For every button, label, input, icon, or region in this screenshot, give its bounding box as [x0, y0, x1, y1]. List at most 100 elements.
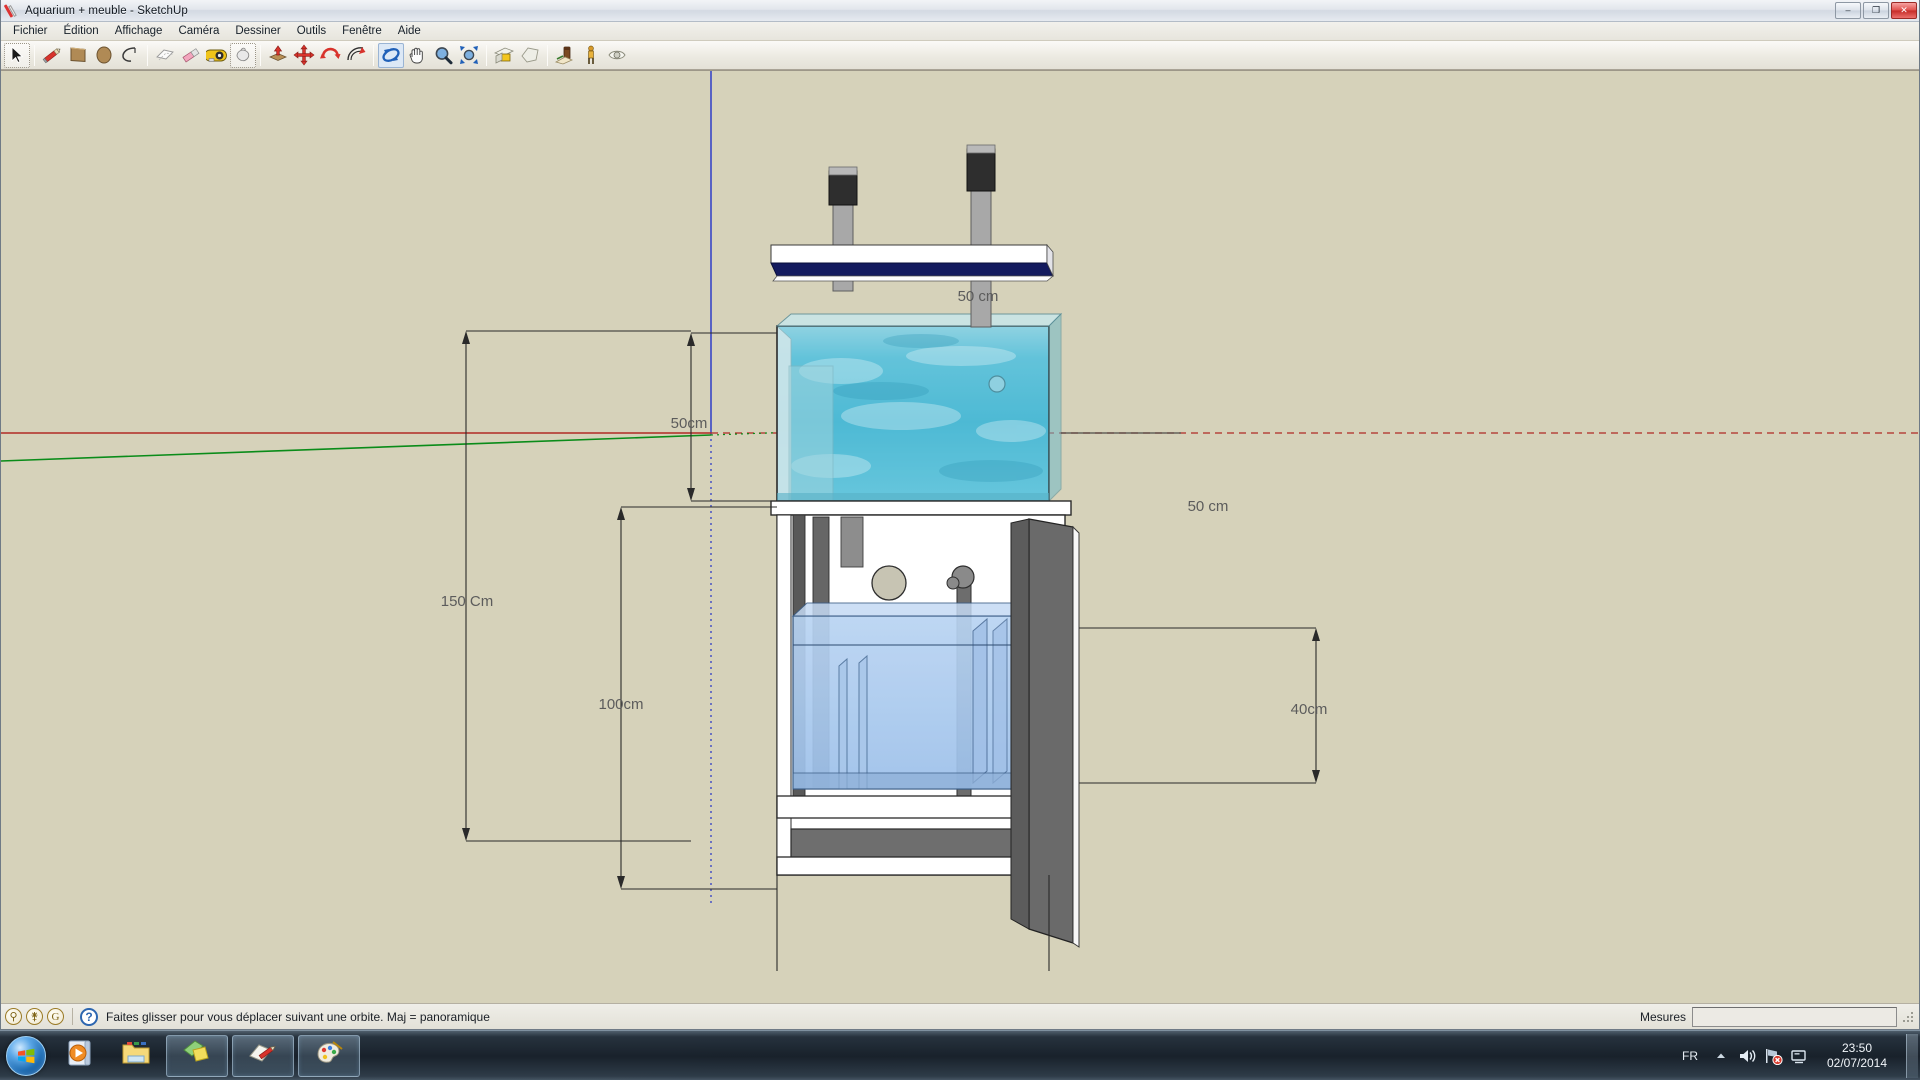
walk-tool-button[interactable]: [578, 43, 604, 68]
windows-logo-icon: [6, 1035, 46, 1076]
circle-icon: [93, 44, 115, 66]
start-orb-button[interactable]: [2, 1034, 50, 1078]
toolbar-group-walkthrough: [552, 42, 630, 68]
position-camera-icon: [554, 44, 576, 66]
menu-dessiner[interactable]: Dessiner: [227, 24, 288, 39]
section-plane-tool-button[interactable]: [491, 43, 517, 68]
menu-outils[interactable]: Outils: [289, 24, 334, 39]
move-tool-button[interactable]: [291, 43, 317, 68]
toolbar-separator: [373, 44, 374, 66]
tray-clock[interactable]: 23:50 02/07/2014: [1818, 1041, 1896, 1071]
sketchup-app-icon: [3, 3, 21, 19]
sump-height-dim-label: 40cm: [1291, 701, 1328, 718]
arc-tool-button[interactable]: [117, 43, 143, 68]
light-height-dim-label: 50 cm: [958, 288, 999, 305]
sketchup-icon: [247, 1038, 279, 1073]
drawing-canvas[interactable]: 50 cm 50cm 150 Cm 100cm 50 cm 40cm 50cm: [1, 70, 1919, 1003]
cabinet-door-edge: [1010, 518, 1030, 930]
geo-location-button[interactable]: ⚲: [5, 1008, 22, 1025]
tray-date: 02/07/2014: [1826, 1055, 1888, 1070]
menu-camera[interactable]: Caméra: [170, 24, 227, 39]
statusbar-separator: [72, 1008, 73, 1025]
screen: Aquarium + meuble - SketchUp – ❐ ✕ Fichi…: [0, 0, 1920, 1080]
close-button[interactable]: ✕: [1891, 2, 1917, 19]
taskbar: FR 23:50 02/07/2014: [0, 1030, 1920, 1080]
menu-fichier[interactable]: Fichier: [5, 24, 56, 39]
tray-time: 23:50: [1841, 1040, 1873, 1055]
green-axis: [1, 434, 712, 462]
arrow-cursor-icon: [7, 45, 27, 65]
eraser-tool-button[interactable]: [178, 43, 204, 68]
cabinet-height-dim-label: 100cm: [598, 696, 643, 713]
status-hint-text: Faites glisser pour vous déplacer suivan…: [106, 1009, 490, 1024]
sump-tank: [791, 601, 1037, 791]
section-cut-icon: [519, 44, 541, 66]
component-icon: [154, 44, 176, 66]
toolbar-group-draw: [39, 42, 143, 68]
scale-tool-button[interactable]: [343, 43, 369, 68]
section-cut-tool-button[interactable]: [517, 43, 543, 68]
toolbar-group-section: [491, 42, 543, 68]
toolbar-separator: [486, 44, 487, 66]
sticky-notes-icon: [181, 1038, 213, 1073]
sketchup-window: Aquarium + meuble - SketchUp – ❐ ✕ Fichi…: [0, 0, 1920, 1030]
speaker-icon[interactable]: [1734, 1041, 1760, 1071]
help-icon[interactable]: ?: [80, 1007, 98, 1026]
show-hidden-icons-button[interactable]: [1708, 1041, 1734, 1071]
tank-height-dim-label: 50cm: [671, 415, 708, 432]
total-height-dim-label: 150 Cm: [441, 593, 494, 610]
paint-bucket-icon: [232, 44, 254, 66]
geo-shadow-button[interactable]: G: [47, 1008, 64, 1025]
orbit-tool-button[interactable]: [378, 42, 404, 68]
zoom-tool-button[interactable]: [430, 43, 456, 68]
paint-bucket-tool-button[interactable]: [230, 42, 256, 68]
window-titlebar[interactable]: Aquarium + meuble - SketchUp – ❐ ✕: [1, 0, 1919, 22]
rectangle-tool-button[interactable]: [65, 43, 91, 68]
menu-affichage[interactable]: Affichage: [107, 24, 171, 39]
resize-grip[interactable]: [1901, 1010, 1915, 1024]
position-camera-tool-button[interactable]: [552, 43, 578, 68]
move-icon: [293, 44, 315, 66]
circle-tool-button[interactable]: [91, 43, 117, 68]
maximize-button[interactable]: ❐: [1863, 2, 1889, 19]
taskbar-sketchup[interactable]: [232, 1034, 294, 1077]
hand-icon: [406, 44, 428, 66]
toolbar-group-transform: [265, 42, 369, 68]
push-pull-tool-button[interactable]: [265, 43, 291, 68]
toolbar-separator: [147, 44, 148, 66]
taskbar-media-player[interactable]: [54, 1035, 106, 1077]
taskbar-sticky-notes[interactable]: [166, 1034, 228, 1077]
menu-fenetre[interactable]: Fenêtre: [334, 24, 390, 39]
menu-aide[interactable]: Aide: [390, 24, 429, 39]
magnifier-icon: [432, 44, 454, 66]
show-desktop-button[interactable]: [1906, 1033, 1918, 1078]
menu-edition[interactable]: Édition: [56, 24, 107, 39]
line-tool-button[interactable]: [39, 43, 65, 68]
zoom-extents-tool-button[interactable]: [456, 43, 482, 68]
look-around-icon: [606, 44, 628, 66]
aquarium-and-cabinet-model: 50 cm 50cm 150 Cm 100cm 50 cm 40cm 50cm: [1, 71, 1919, 971]
pan-tool-button[interactable]: [404, 43, 430, 68]
main-toolbar: [1, 41, 1919, 70]
select-tool-button[interactable]: [4, 42, 30, 68]
geo-north-button[interactable]: ⚵: [26, 1008, 43, 1025]
measure-label: Mesures: [1639, 1009, 1686, 1024]
look-around-tool-button[interactable]: [604, 43, 630, 68]
tank-depth-dim-label: 50 cm: [1188, 498, 1229, 515]
menubar: Fichier Édition Affichage Caméra Dessine…: [1, 22, 1919, 41]
cabinet-door-outer: [1028, 518, 1074, 944]
rotate-tool-button[interactable]: [317, 43, 343, 68]
taskbar-paint[interactable]: [298, 1034, 360, 1077]
action-center-icon[interactable]: [1786, 1041, 1812, 1071]
tray-language[interactable]: FR: [1682, 1049, 1698, 1063]
measure-input[interactable]: [1692, 1006, 1897, 1027]
taskbar-explorer[interactable]: [110, 1035, 162, 1077]
scale-icon: [345, 44, 367, 66]
minimize-button[interactable]: –: [1835, 2, 1861, 19]
main-aquarium-tank: [775, 312, 1063, 503]
push-pull-icon: [267, 44, 289, 66]
tape-measure-tool-button[interactable]: [204, 43, 230, 68]
network-error-icon[interactable]: [1760, 1041, 1786, 1071]
window-controls: – ❐ ✕: [1835, 2, 1917, 19]
make-component-tool-button[interactable]: [152, 43, 178, 68]
